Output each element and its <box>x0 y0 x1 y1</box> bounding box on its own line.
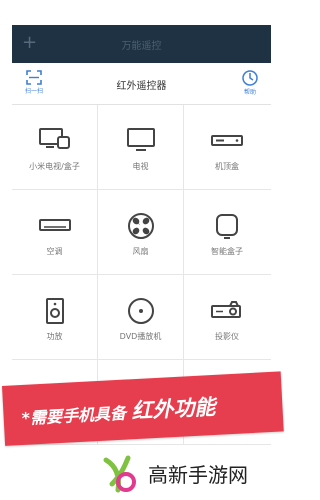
fan-icon <box>127 213 154 239</box>
device-item-projector[interactable]: 投影仪 <box>184 275 270 359</box>
help-icon <box>242 70 258 86</box>
device-item-set-top-box[interactable]: 机顶盒 <box>184 105 270 189</box>
device-label: 风扇 <box>132 247 149 256</box>
page-title: 红外遥控器 <box>116 81 167 92</box>
promo-prefix: *需要手机具备 <box>21 403 133 428</box>
app-title: 万能遥控 <box>121 41 162 52</box>
device-label: 小米电视/盒子 <box>29 162 80 171</box>
device-label: 电视 <box>132 162 149 171</box>
promo-highlight: 红外功能 <box>130 394 216 424</box>
device-item-fan[interactable]: 风扇 <box>98 190 184 274</box>
dvd-icon <box>127 298 154 324</box>
projector-icon <box>211 301 241 318</box>
promo-text: *需要手机具备 红外功能 <box>21 391 216 431</box>
device-item-tv[interactable]: 电视 <box>98 105 184 189</box>
device-label: 机顶盒 <box>215 162 239 171</box>
device-label: DVD播放机 <box>119 332 162 341</box>
device-item-mi-tv-box[interactable]: 小米电视/盒子 <box>12 105 98 189</box>
amplifier-icon <box>45 298 64 324</box>
app-topbar: + 万能遥控 <box>12 25 271 63</box>
tv-box-icon <box>38 128 70 149</box>
device-label: 空调 <box>46 247 63 256</box>
device-item-air-conditioner[interactable]: 空调 <box>12 190 98 274</box>
smart-box-icon <box>216 214 238 239</box>
tv-icon <box>126 128 155 151</box>
device-label: 功放 <box>46 332 63 341</box>
device-item-amplifier[interactable]: 功放 <box>12 275 98 359</box>
watermark-logo-icon <box>103 455 136 493</box>
help-button[interactable]: 帮助 <box>237 70 263 96</box>
device-item-dvd[interactable]: DVD播放机 <box>98 275 184 359</box>
device-label: 投影仪 <box>215 332 239 341</box>
set-top-box-icon <box>211 135 243 146</box>
device-item-smart-box[interactable]: 智能盒子 <box>184 190 270 274</box>
air-conditioner-icon <box>38 219 71 231</box>
watermark-text: 高新手游网 <box>148 463 248 487</box>
watermark: 高新手游网 <box>90 446 281 500</box>
help-label: 帮助 <box>243 89 256 96</box>
device-label: 智能盒子 <box>211 247 243 256</box>
remote-header: 扫一扫 红外遥控器 帮助 <box>12 63 271 105</box>
